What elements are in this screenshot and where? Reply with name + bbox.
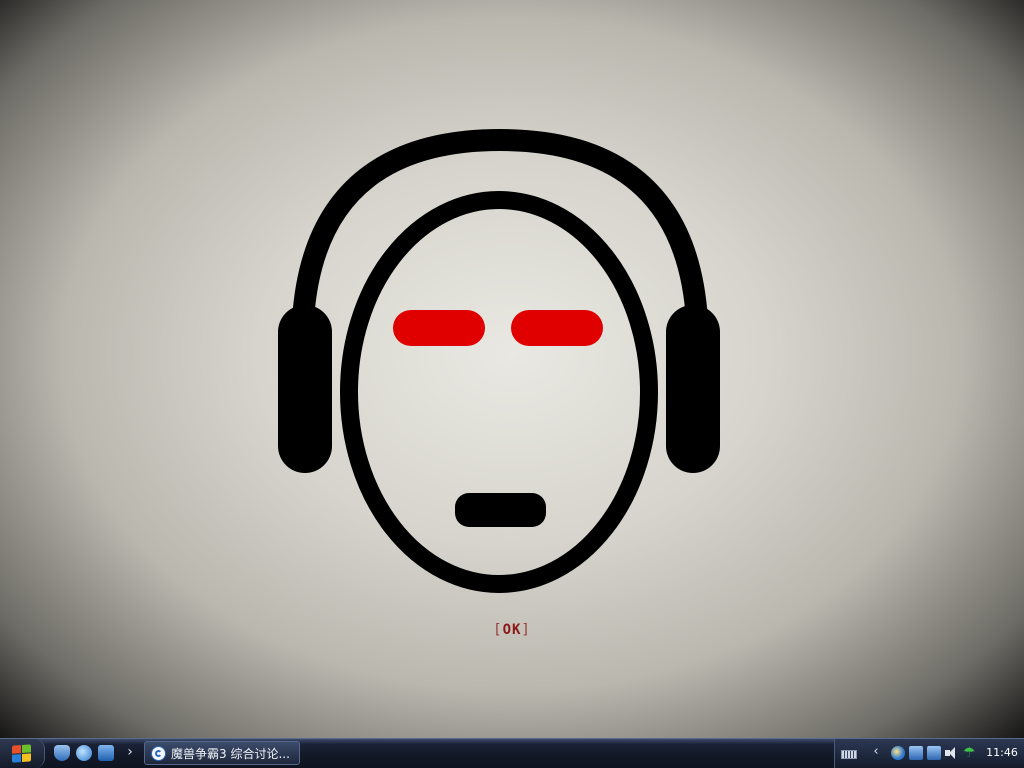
right-eye [511, 310, 603, 346]
window-title: 魔兽争霸3 综合讨论... [171, 746, 290, 761]
tray-expand-chevron-icon[interactable]: ‹ [871, 744, 881, 759]
caption-bracket-open: [ [493, 622, 503, 638]
left-eye [393, 310, 485, 346]
right-ear-cup [666, 305, 720, 473]
quick-launch-more-chevron-icon[interactable]: › [124, 744, 136, 760]
caption-bracket-close: ] [521, 622, 531, 638]
browser-app-icon [151, 745, 166, 761]
clock[interactable]: 11:46 [983, 746, 1021, 759]
desktop: [OK] [0, 0, 1024, 738]
shield-icon[interactable] [54, 745, 70, 761]
ie-tray-icon[interactable] [891, 746, 905, 760]
windows-flag-icon [12, 743, 32, 763]
network-icon[interactable] [927, 746, 941, 760]
taskbar-window-button[interactable]: 魔兽争霸3 综合讨论... [144, 741, 300, 765]
start-button[interactable] [0, 739, 45, 768]
left-ear-cup [278, 305, 332, 473]
internet-explorer-icon[interactable] [76, 745, 92, 761]
taskbar: › 魔兽争霸3 综合讨论... ‹ ☂ 11:46 [0, 738, 1024, 768]
mouth [455, 493, 546, 527]
volume-icon[interactable] [945, 746, 959, 760]
network-icon[interactable] [909, 746, 923, 760]
system-tray: ‹ ☂ 11:46 [834, 739, 1024, 768]
show-desktop-icon[interactable] [98, 745, 114, 761]
keyboard-icon[interactable] [841, 750, 857, 759]
umbrella-icon[interactable]: ☂ [963, 746, 977, 760]
caption-text: OK [502, 622, 522, 638]
ok-caption: [OK] [462, 622, 562, 638]
